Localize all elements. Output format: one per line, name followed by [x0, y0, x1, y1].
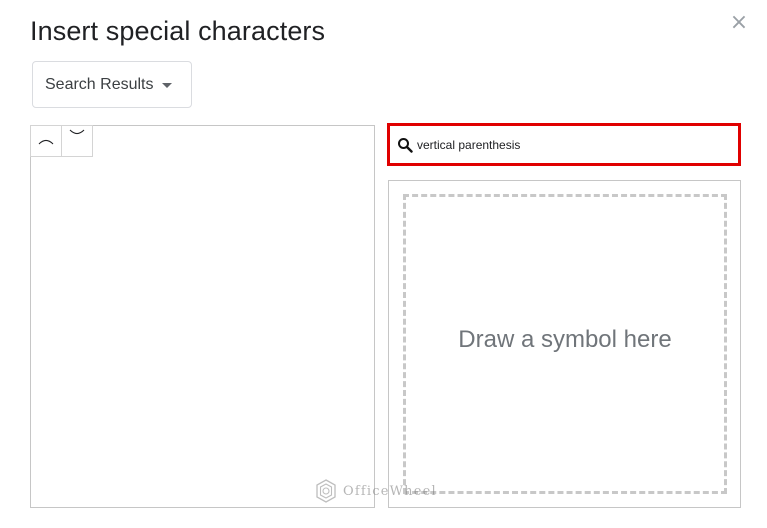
insert-special-characters-dialog: Insert special characters × Search Resul…: [0, 0, 767, 528]
character-cell-undertie[interactable]: [61, 125, 93, 157]
draw-canvas-label: Draw a symbol here: [458, 326, 672, 353]
character-cell-tie[interactable]: [30, 125, 62, 157]
close-icon[interactable]: ×: [728, 12, 750, 34]
category-dropdown[interactable]: Search Results: [32, 61, 192, 108]
watermark: OfficeWheel: [313, 476, 437, 506]
undertie-glyph: [69, 129, 85, 135]
character-tie-glyph: [38, 139, 54, 145]
draw-panel: Draw a symbol here: [388, 180, 741, 508]
category-dropdown-label: Search Results: [45, 75, 154, 93]
search-icon: [398, 137, 413, 153]
search-box[interactable]: [387, 123, 741, 166]
chevron-down-icon: [161, 83, 172, 88]
search-results-grid: [30, 125, 375, 508]
watermark-text: OfficeWheel: [343, 483, 437, 499]
officewheel-logo: [316, 479, 336, 503]
search-input[interactable]: [413, 137, 717, 152]
draw-canvas[interactable]: Draw a symbol here: [403, 194, 727, 494]
dialog-title: Insert special characters: [30, 16, 326, 46]
